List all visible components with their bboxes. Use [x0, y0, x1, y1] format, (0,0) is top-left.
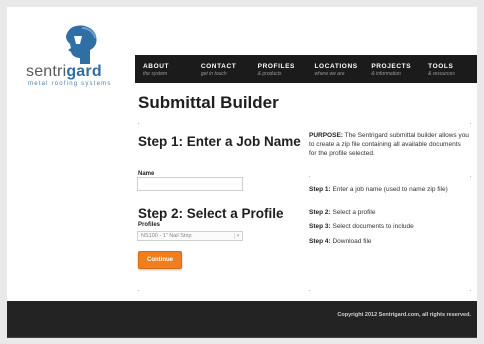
profile-select-value: NS100 - 1" Nail Strip: [141, 233, 192, 239]
sentrigard-logo[interactable]: sentrigard metal roofing systems: [26, 24, 138, 90]
instruction-step-text: Enter a job name (used to name zip file): [330, 186, 448, 193]
brand-tagline: metal roofing systems: [28, 81, 112, 87]
nav-item-label: CONTACT: [200, 63, 237, 70]
profiles-field-label: Profiles: [138, 222, 161, 228]
decorative-dot: [138, 123, 139, 124]
nav-item-sublabel: where we are: [314, 71, 345, 77]
purpose-text: PURPOSE: The Sentrigard submittal builde…: [309, 131, 469, 158]
instruction-step-text: Download file: [330, 238, 372, 245]
decorative-dot: [470, 123, 471, 124]
nav-item-locations[interactable]: LOCATIONS where we are: [306, 55, 363, 83]
step2-heading: Step 2: Select a Profile: [138, 206, 284, 221]
instruction-step-4: Step 4: Download file: [309, 237, 469, 246]
brand-name: sentrigard: [26, 63, 102, 80]
nav-item-label: PROFILES: [257, 63, 295, 70]
footer-divider: [7, 337, 477, 338]
profile-select[interactable]: NS100 - 1" Nail Strip ▾: [137, 231, 243, 241]
nav-item-label: LOCATIONS: [314, 63, 358, 70]
chevron-down-icon: ▾: [234, 233, 241, 239]
nav-item-profiles[interactable]: PROFILES & products: [250, 55, 307, 83]
nav-item-label: PROJECTS: [371, 63, 412, 70]
nav-item-about[interactable]: ABOUT the system: [135, 55, 193, 83]
instruction-step-text: Select documents to include: [330, 223, 414, 230]
nav-item-sublabel: & information: [371, 71, 401, 77]
nav-item-label: TOOLS: [428, 63, 454, 70]
decorative-dot: [309, 176, 310, 177]
main-nav: ABOUT the system CONTACT get in touch PR…: [135, 55, 477, 83]
purpose-label: PURPOSE:: [309, 132, 343, 139]
nav-item-sublabel: & resources: [428, 71, 455, 77]
instruction-step-2: Step 2: Select a profile: [309, 208, 469, 217]
nav-item-projects[interactable]: PROJECTS & information: [363, 55, 420, 83]
instruction-step-1: Step 1: Enter a job name (used to name z…: [309, 185, 469, 194]
nav-item-contact[interactable]: CONTACT get in touch: [193, 55, 250, 83]
decorative-dot: [309, 290, 310, 291]
page: sentrigard metal roofing systems ABOUT t…: [7, 7, 477, 338]
spartan-helmet-icon: [66, 25, 97, 64]
nav-item-sublabel: the system: [143, 71, 168, 77]
copyright-text: Copyright 2012 Sentrigard.com, all right…: [337, 312, 471, 318]
instruction-step-label: Step 3:: [309, 223, 331, 230]
instruction-step-label: Step 1:: [309, 186, 331, 193]
instruction-step-3: Step 3: Select documents to include: [309, 222, 469, 231]
page-title: Submittal Builder: [138, 93, 279, 112]
instruction-step-label: Step 2:: [309, 209, 331, 216]
decorative-dot: [470, 176, 471, 177]
nav-item-sublabel: get in touch: [200, 71, 227, 77]
job-name-input[interactable]: [137, 177, 243, 191]
decorative-dot: [138, 290, 139, 291]
footer: Copyright 2012 Sentrigard.com, all right…: [7, 301, 477, 338]
step1-heading: Step 1: Enter a Job Name: [138, 134, 301, 149]
instruction-step-text: Select a profile: [330, 209, 376, 216]
nav-item-tools[interactable]: TOOLS & resources: [420, 55, 477, 83]
continue-button[interactable]: Continue: [138, 251, 182, 269]
nav-item-label: ABOUT: [143, 63, 170, 70]
decorative-dot: [470, 290, 471, 291]
instruction-step-label: Step 4:: [309, 238, 331, 245]
nav-item-sublabel: & products: [257, 71, 282, 77]
